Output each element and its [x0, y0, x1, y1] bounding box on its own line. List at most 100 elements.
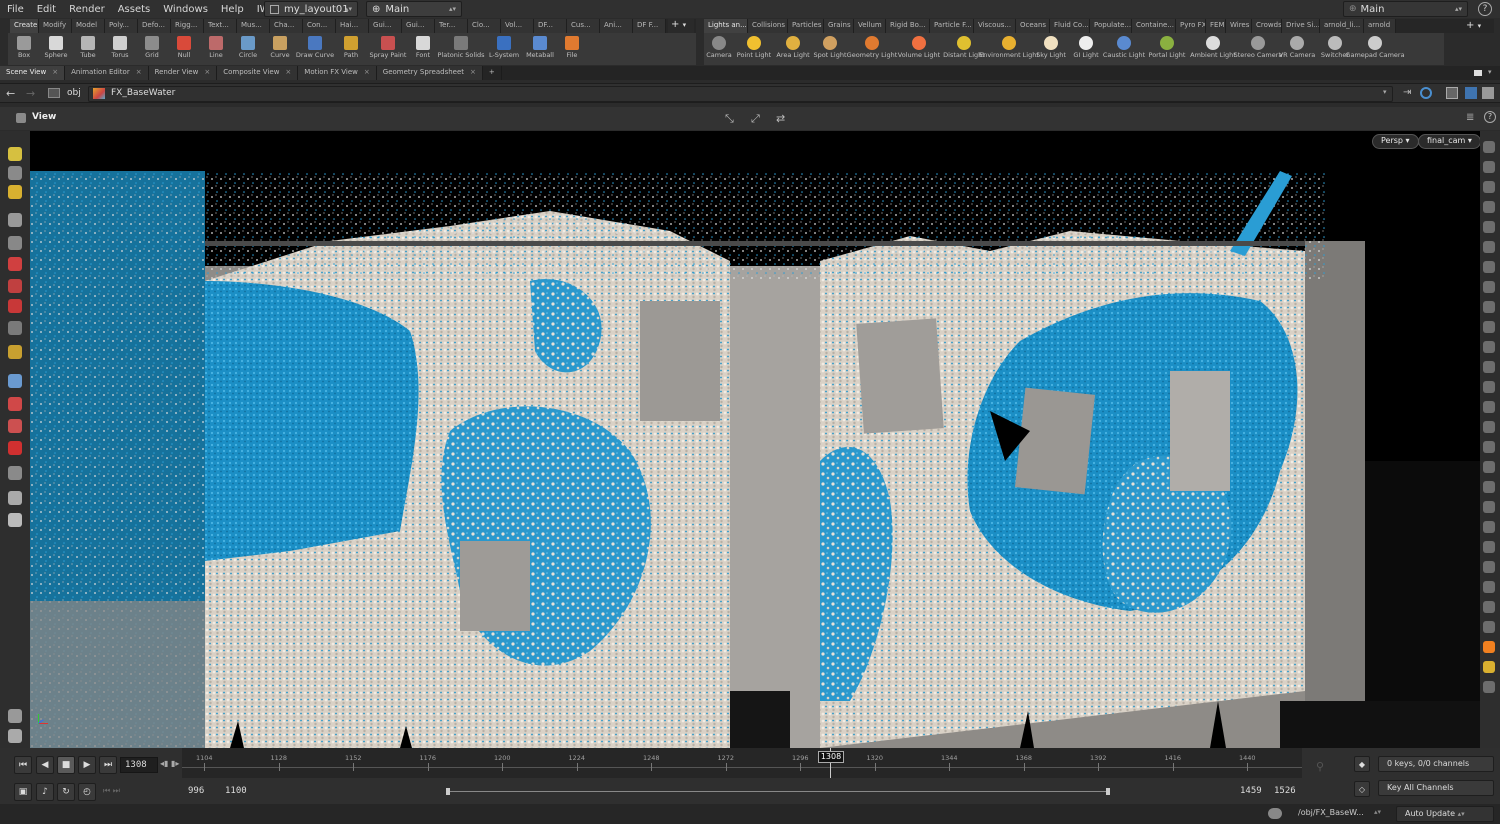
range-visible-end-field[interactable]: 1459 — [1236, 784, 1272, 800]
pin-icon[interactable]: ⇥ — [1403, 87, 1411, 98]
right-tool-2-icon[interactable] — [1483, 181, 1495, 193]
tool-ambient-light-button[interactable]: Ambient Light — [1188, 33, 1238, 65]
shelf-tab-modify-1[interactable]: Modify — [39, 19, 72, 33]
tool-path-button[interactable]: Path — [334, 33, 368, 65]
right-tool-6-icon[interactable] — [1483, 261, 1495, 273]
shelf-tab-df-f-19[interactable]: DF F... — [633, 19, 666, 33]
keyframe-icon[interactable]: ◆ — [1354, 756, 1370, 772]
left-tool-12-icon[interactable] — [8, 419, 22, 433]
viewport-layout-icon[interactable] — [1465, 87, 1477, 99]
right-tool-13-icon[interactable] — [1483, 401, 1495, 413]
shelf-tab-vol-15[interactable]: Vol... — [501, 19, 534, 33]
left-tool-11-icon[interactable] — [8, 397, 22, 411]
shelf-tab-create-0[interactable]: Create — [10, 19, 39, 33]
right-tool-1-icon[interactable] — [1483, 161, 1495, 173]
tool-sphere-button[interactable]: Sphere — [40, 33, 72, 65]
shelf-tab-gui-11[interactable]: Gui... — [369, 19, 402, 33]
forward-arrow-icon[interactable]: → — [26, 87, 35, 100]
tool-area-light-button[interactable]: Area Light — [774, 33, 812, 65]
tool-portal-light-button[interactable]: Portal Light — [1146, 33, 1188, 65]
shelf-tab-containe-11[interactable]: Containe... — [1132, 19, 1176, 33]
left-tool-9-icon[interactable] — [8, 345, 22, 359]
left-tool-18-icon[interactable] — [8, 729, 22, 743]
tool-curve-button[interactable]: Curve — [264, 33, 296, 65]
shelf-tab-mus-7[interactable]: Mus... — [237, 19, 270, 33]
left-tool-7-icon[interactable] — [8, 299, 22, 313]
tool-torus-button[interactable]: Torus — [104, 33, 136, 65]
tool-vr-camera-button[interactable]: VR Camera — [1278, 33, 1316, 65]
shelf-tab-text-6[interactable]: Text... — [204, 19, 237, 33]
tool-metaball-button[interactable]: Metaball — [524, 33, 556, 65]
tool-switcher-button[interactable]: Switcher — [1316, 33, 1354, 65]
tool-caustic-light-button[interactable]: Caustic Light — [1102, 33, 1146, 65]
shelf-tab-populate-10[interactable]: Populate... — [1090, 19, 1132, 33]
tool-stereo-camera-button[interactable]: Stereo Camera — [1234, 33, 1282, 65]
shelf-tab-particles-2[interactable]: Particles — [788, 19, 824, 33]
right-tool-3-icon[interactable] — [1483, 201, 1495, 213]
right-tool-15-icon[interactable] — [1483, 441, 1495, 453]
tool-file-button[interactable]: File — [556, 33, 588, 65]
right-tool-23-icon[interactable] — [1483, 601, 1495, 613]
shelf-tab-hai-10[interactable]: Hai... — [336, 19, 369, 33]
display-options-icon[interactable] — [1446, 87, 1458, 99]
close-icon[interactable]: × — [52, 68, 58, 76]
stop-button[interactable]: ■ — [57, 756, 75, 774]
close-icon[interactable]: × — [136, 68, 142, 76]
shelf-tab-lights-an-0[interactable]: Lights an... — [704, 19, 748, 33]
tool-grid-button[interactable]: Grid — [136, 33, 168, 65]
close-icon[interactable]: × — [204, 68, 210, 76]
frame-ruler[interactable]: 1308 1104 1128 1152 1176 1200 1224 1248 1272 129… — [182, 748, 1302, 778]
loop-icon[interactable]: ↻ — [57, 783, 75, 801]
snap-grid-icon[interactable]: ⤢ — [751, 112, 760, 126]
left-tool-15-icon[interactable] — [8, 491, 22, 505]
tool-spray-paint-button[interactable]: Spray Paint — [368, 33, 408, 65]
shelf-tab-wires-14[interactable]: Wires — [1226, 19, 1252, 33]
step-frame-icons[interactable]: ◂▮ ▮▸ — [160, 759, 179, 768]
left-tool-1-icon[interactable] — [8, 166, 22, 180]
shelf-tab-ani-18[interactable]: Ani... — [600, 19, 633, 33]
shelf-tab-pyro-fx-12[interactable]: Pyro FX — [1176, 19, 1206, 33]
go-to-start-button[interactable]: ⏮ — [14, 756, 32, 774]
shelf-tab-gui-12[interactable]: Gui... — [402, 19, 435, 33]
right-shelf-add-icon[interactable]: + ▾ — [1466, 20, 1481, 31]
message-icon[interactable] — [1268, 808, 1282, 819]
realtime-toggle-icon[interactable]: ▣ — [14, 783, 32, 801]
right-tool-8-icon[interactable] — [1483, 301, 1495, 313]
shelf-tab-ter-13[interactable]: Ter... — [435, 19, 468, 33]
right-tool-4-icon[interactable] — [1483, 221, 1495, 233]
menu-render[interactable]: Render — [62, 4, 111, 15]
menu-edit[interactable]: Edit — [30, 4, 62, 15]
keys-channels-button[interactable]: 0 keys, 0/0 channels — [1378, 756, 1494, 772]
path-field[interactable] — [88, 86, 1393, 102]
pane-menu-icon[interactable]: ▾ — [1488, 68, 1492, 76]
left-tool-4-icon[interactable] — [8, 236, 22, 250]
step-back-button[interactable]: ◀ — [36, 756, 54, 774]
tool-sky-light-button[interactable]: Sky Light — [1032, 33, 1070, 65]
tool-volume-light-button[interactable]: Volume Light — [896, 33, 942, 65]
shelf-tab-df-16[interactable]: DF... — [534, 19, 567, 33]
snap-point-icon[interactable]: ⇄ — [776, 112, 785, 125]
tool-circle-button[interactable]: Circle — [232, 33, 264, 65]
range-visible-start-field[interactable]: 1100 — [221, 784, 259, 800]
current-frame-field[interactable]: 1308 — [120, 757, 158, 773]
left-tool-8-icon[interactable] — [8, 321, 22, 335]
shelf-tab-defo-4[interactable]: Defo... — [138, 19, 171, 33]
shelf-tab-fluid-co-9[interactable]: Fluid Co... — [1050, 19, 1090, 33]
snap-icon[interactable]: ⤡ — [725, 112, 734, 126]
range-end-field[interactable]: 1526 — [1270, 784, 1308, 800]
tool-null-button[interactable]: Null — [168, 33, 200, 65]
right-tool-26-icon[interactable] — [1483, 661, 1495, 673]
tool-environment-light-button[interactable]: Environment Light — [979, 33, 1039, 65]
projection-dropdown[interactable]: Persp ▾ — [1372, 134, 1419, 149]
menu-help[interactable]: Help — [214, 4, 250, 15]
right-tool-11-icon[interactable] — [1483, 361, 1495, 373]
go-to-end-button[interactable]: ⏭ — [99, 756, 117, 774]
shelf-add-icon[interactable]: + ▾ — [668, 19, 694, 33]
shelf-tab-model-2[interactable]: Model — [72, 19, 105, 33]
range-slider[interactable] — [446, 788, 1110, 795]
pane-tab-scene-view[interactable]: Scene View × — [0, 66, 66, 80]
right-tool-20-icon[interactable] — [1483, 541, 1495, 553]
right-tool-12-icon[interactable] — [1483, 381, 1495, 393]
camera-dropdown[interactable]: final_cam ▾ — [1418, 134, 1480, 149]
left-tool-13-icon[interactable] — [8, 441, 22, 455]
